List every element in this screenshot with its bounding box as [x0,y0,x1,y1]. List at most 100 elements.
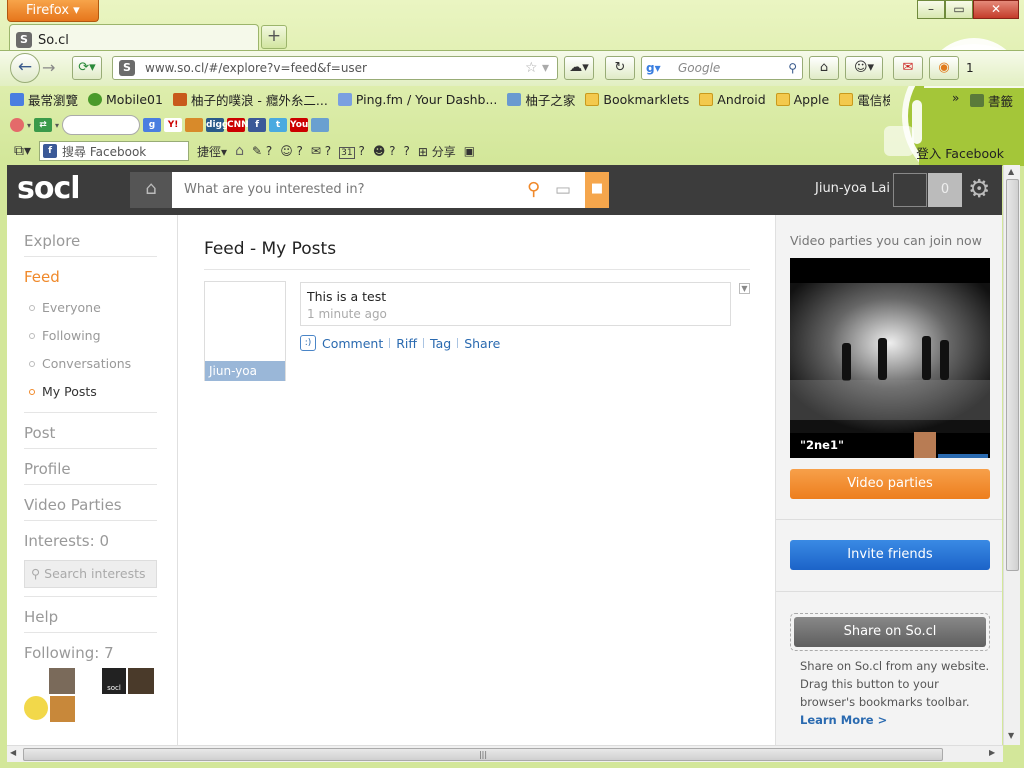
weather-icon[interactable] [311,118,330,132]
share-link[interactable]: Share [464,336,500,351]
interest-search-input[interactable]: What are you interested in? [172,172,585,208]
user-name[interactable]: Jiun-yoa Lai [815,181,890,196]
bookmark-item[interactable]: 最常瀏覽 [10,90,78,109]
bookmark-folder[interactable]: Android [699,92,766,107]
scroll-up-icon[interactable]: ▲ [1008,167,1014,176]
nav-feed[interactable]: Feed [24,265,157,292]
share-bookmarklet[interactable]: Share on So.cl [790,613,990,651]
yahoo-icon[interactable]: Y! [164,118,183,132]
learn-more-link[interactable]: Learn More > [800,713,887,727]
close-button[interactable]: ✕ [973,0,1019,19]
cnn-icon[interactable]: CNN [227,118,249,132]
home-icon[interactable]: ⌂ [235,143,244,159]
calendar-icon[interactable]: 31 ? [339,144,365,159]
invite-friends-button[interactable]: Invite friends [790,540,990,570]
new-tab-button[interactable]: + [261,25,287,49]
avatar[interactable] [24,696,48,720]
home-button[interactable]: ⌂ [130,172,172,208]
twitter-icon[interactable]: t [269,118,288,132]
share-icon[interactable]: ⇄ [34,118,53,132]
scroll-right-icon[interactable]: ▶ [989,748,995,757]
nav-post[interactable]: Post [24,421,157,449]
mail-button[interactable]: ✉ [893,56,923,80]
feed-item-my-posts[interactable]: My Posts [24,378,157,406]
back-button[interactable]: ← [10,53,40,83]
digg-icon[interactable]: digg [206,118,228,132]
search-icon[interactable]: ⚲ [788,57,797,79]
reload-button[interactable]: ↻ [605,56,635,80]
smile-icon[interactable]: :) [300,335,316,351]
horizontal-scrollbar[interactable]: ◀ ||| ▶ [7,745,1003,762]
scrollbar-thumb[interactable] [1006,179,1019,571]
bookmark-item[interactable]: 柚子的噗浪 - 癮外糸二... [172,90,328,109]
avatar[interactable] [50,696,75,722]
notifications-icon[interactable]: ✎ ? [252,144,272,158]
post-menu-chevron-down-icon[interactable]: ▼ [739,283,750,294]
scrollbar-thumb[interactable]: ||| [23,748,943,761]
bookmark-star-icon[interactable]: ☆ ▾ [525,57,549,79]
bookmark-item[interactable]: Mobile01 [88,92,163,107]
help-icon[interactable]: ? [404,144,410,158]
home-button[interactable]: ⌂ [809,56,839,80]
record-icon[interactable] [10,118,24,132]
fb-share-button[interactable]: ⊞ 分享 [418,143,456,160]
bookmark-folder[interactable]: Apple [775,92,829,107]
rss-button[interactable]: ◉ [929,56,959,80]
minimize-button[interactable]: – [917,0,945,19]
share-on-socl-button[interactable]: Share on So.cl [794,617,986,647]
youtube-icon[interactable]: You [290,118,308,132]
nav-explore[interactable]: Explore [24,229,157,257]
notification-count[interactable]: 0 [928,173,962,207]
bookmark-item[interactable]: Ping.fm / Your Dashb... [337,92,497,107]
nav-profile[interactable]: Profile [24,457,157,485]
bookmarks-overflow[interactable]: » [952,91,959,105]
scroll-left-icon[interactable]: ◀ [10,748,16,757]
interests-heading[interactable]: Interests: 0 [24,529,157,556]
facebook-icon[interactable]: f [248,118,267,132]
avatar[interactable] [128,668,154,694]
lock-icon[interactable]: ■ [585,172,609,208]
following-heading[interactable]: Following: 7 [24,641,157,668]
nav-help[interactable]: Help [24,605,157,633]
web-search-bar[interactable]: g▾ Google ⚲ [641,56,803,80]
post-author[interactable]: Jiun-yoa [205,361,285,381]
tag-link[interactable]: Tag [430,336,451,351]
addon-button[interactable]: ☺▾ [845,56,883,80]
shortcut-menu[interactable]: 捷徑▾ [197,143,227,160]
feed-item-everyone[interactable]: Everyone [24,294,157,322]
firefox-menu-button[interactable]: Firefox ▾ [7,0,99,22]
facebook-search-input[interactable]: f 搜尋 Facebook [39,141,190,161]
sidebar-icon[interactable]: ▣ [464,144,475,158]
bookmark-item[interactable]: 柚子之家 [507,90,575,109]
friends-icon[interactable]: ☺ ? [280,144,303,158]
scroll-down-icon[interactable]: ▼ [1008,731,1014,740]
page-icon[interactable]: ⧉▾ [14,143,31,159]
bookmark-folder[interactable]: Bookmarklets [585,92,689,107]
avatar[interactable] [893,173,927,207]
comment-link[interactable]: Comment [322,336,383,351]
gear-icon[interactable]: ⚙ [968,174,990,203]
book-icon[interactable] [185,118,204,132]
browser-tab[interactable]: S So.cl [9,24,259,50]
socl-logo[interactable]: socl [17,171,81,206]
post-timestamp[interactable]: 1 minute ago [307,307,730,321]
search-icon[interactable]: ⚲ [527,173,553,207]
mini-search-input[interactable] [62,115,141,135]
sync-button[interactable]: ⟳▾ [72,56,102,80]
facebook-login-link[interactable]: 登入 Facebook [916,143,1004,162]
bookmarks-menu[interactable]: 書籤 [970,91,1013,110]
bookmark-folder[interactable]: 電信檢驗查詢 [839,90,890,109]
url-bar[interactable]: S www.so.cl/#/explore?v=feed&f=user ☆ ▾ [112,56,558,80]
vertical-scrollbar[interactable]: ▲ ▼ [1003,165,1020,745]
comment-bubble-icon[interactable]: ▭ [555,173,581,207]
cloud-button[interactable]: ☁▾ [564,56,594,80]
messages-icon[interactable]: ✉ ? [311,144,331,158]
avatar[interactable]: socl [102,668,126,694]
video-parties-button[interactable]: Video parties [790,469,990,499]
maximize-button[interactable]: ▭ [945,0,973,19]
feed-item-following[interactable]: Following [24,322,157,350]
search-interests-input[interactable]: ⚲ Search interests [24,560,157,588]
groups-icon[interactable]: ☻ ? [373,144,396,158]
nav-video-parties[interactable]: Video Parties [24,493,157,521]
feed-item-conversations[interactable]: Conversations [24,350,157,378]
